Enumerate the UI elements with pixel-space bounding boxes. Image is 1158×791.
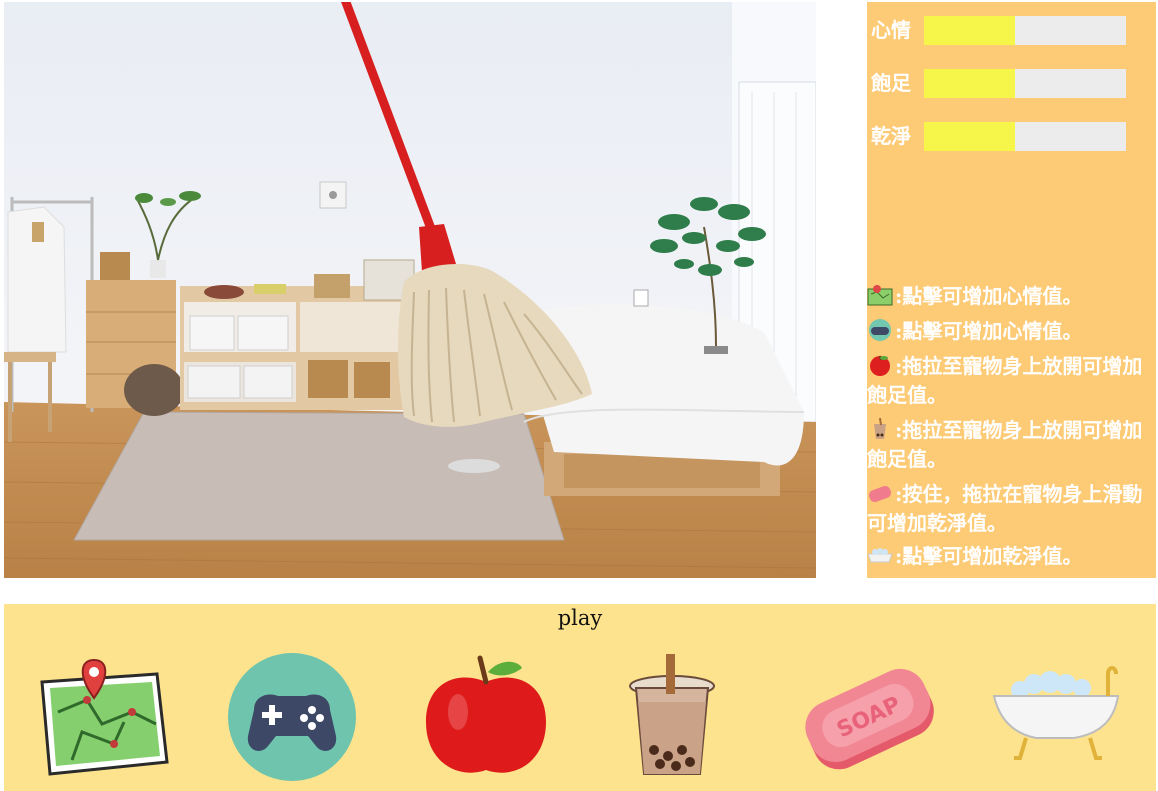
apple-button[interactable] xyxy=(418,652,558,782)
instruction-gamepad-text: :點擊可增加心情值。 xyxy=(895,319,1083,343)
cleanliness-label: 乾淨 xyxy=(871,124,911,148)
instruction-bathtub-text: :點擊可增加乾淨值。 xyxy=(895,544,1083,568)
mood-bar xyxy=(924,16,1126,45)
status-panel: 心情 飽足 乾淨 :點擊可增加心情值。 :點擊可增加心情值。 :拖拉至寵物身上放… xyxy=(867,2,1156,578)
fullness-label: 飽足 xyxy=(871,71,911,95)
map-icon xyxy=(40,658,169,776)
play-toolbar: play SOAP xyxy=(4,604,1156,791)
gamepad-button[interactable] xyxy=(224,652,364,782)
soap-icon xyxy=(867,482,895,504)
instruction-map: :點擊可增加心情值。 xyxy=(867,282,1156,311)
gamepad-icon xyxy=(228,653,356,781)
bathtub-button[interactable] xyxy=(990,652,1130,782)
cleanliness-bar-fill xyxy=(924,122,1015,151)
instruction-gamepad: :點擊可增加心情值。 xyxy=(867,317,1156,346)
play-label: play xyxy=(557,606,603,630)
instruction-apple: :拖拉至寵物身上放開可增加飽足值。 xyxy=(867,352,1156,410)
instruction-soap-text: :按住，拖拉在寵物身上滑動可增加乾淨值。 xyxy=(867,482,1143,535)
gamepad-icon xyxy=(867,319,895,341)
instruction-bubble-tea: :拖拉至寵物身上放開可增加飽足值。 xyxy=(867,416,1156,474)
instruction-bathtub: :點擊可增加乾淨值。 xyxy=(867,542,1156,571)
soap-button[interactable]: SOAP xyxy=(800,652,940,782)
instruction-apple-text: :拖拉至寵物身上放開可增加飽足值。 xyxy=(867,354,1143,407)
soap-icon: SOAP xyxy=(805,668,934,770)
apple-icon xyxy=(867,354,895,376)
bathtub-icon xyxy=(867,544,895,566)
bubble-tea-button[interactable] xyxy=(622,652,762,782)
map-icon xyxy=(867,284,895,306)
bathtub-icon xyxy=(992,666,1120,760)
map-button[interactable] xyxy=(32,652,172,782)
bubble-tea-icon xyxy=(629,654,715,775)
instruction-bubble-tea-text: :拖拉至寵物身上放開可增加飽足值。 xyxy=(867,418,1143,471)
fullness-bar xyxy=(924,69,1126,98)
mood-bar-fill xyxy=(924,16,1015,45)
room-scene[interactable] xyxy=(4,2,816,578)
instruction-map-text: :點擊可增加心情值。 xyxy=(895,284,1083,308)
apple-icon xyxy=(426,655,546,773)
cleanliness-bar xyxy=(924,122,1126,151)
instruction-soap: :按住，拖拉在寵物身上滑動可增加乾淨值。 xyxy=(867,480,1156,538)
bubble-tea-icon xyxy=(867,418,895,440)
fullness-bar-fill xyxy=(924,69,1015,98)
mood-label: 心情 xyxy=(871,18,911,42)
